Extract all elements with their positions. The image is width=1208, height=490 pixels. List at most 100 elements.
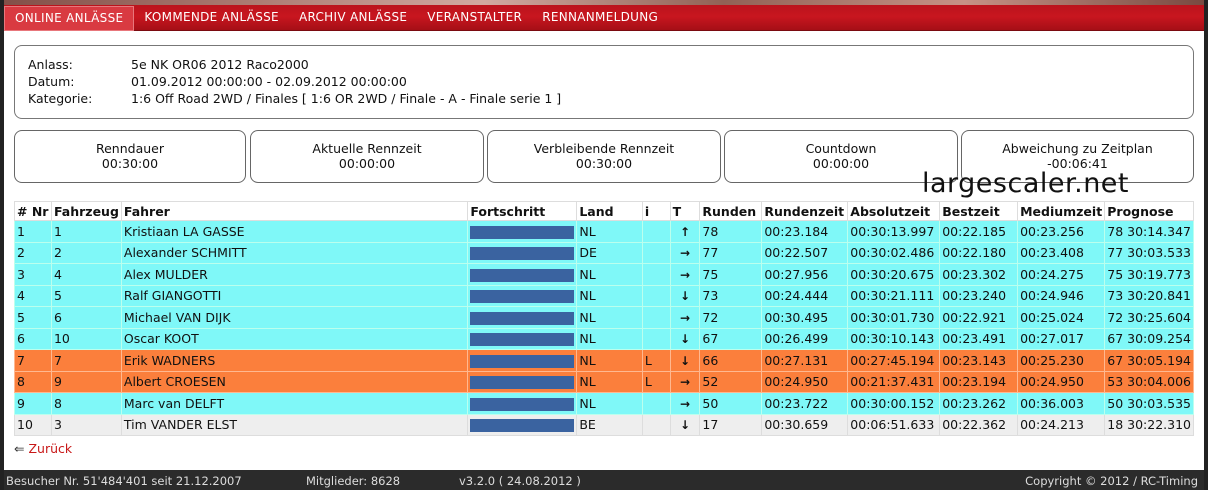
cell-rundenzeit: 00:26.499: [761, 327, 849, 350]
nav-archiv-anlaesse[interactable]: ARCHIV ANLÄSSE: [289, 6, 417, 31]
table-row[interactable]: 9 8 Marc van DELFT NL → 50 00:23.722 00:30:00.1…: [14, 392, 1194, 415]
progress-bar: [470, 247, 575, 261]
col-fahrer[interactable]: Fahrer: [120, 201, 469, 221]
cell-fortschritt: [467, 413, 578, 436]
cell-nr: 7: [14, 349, 52, 372]
table-row[interactable]: 7 7 Erik WADNERS NL L ↓ 66 00:27.131 00:27:45.19…: [14, 349, 1194, 372]
event-date-row: Datum: 01.09.2012 00:00:00 - 02.09.2012 0…: [28, 74, 407, 90]
arrow-left-icon: ⇐: [14, 441, 25, 456]
cell-prognose: 50 30:03.535: [1104, 392, 1194, 415]
stat-renndauer: Renndauer 00:30:00: [14, 130, 246, 183]
col-land[interactable]: Land: [576, 201, 643, 221]
cell-absolutzeit: 00:30:02.486: [847, 241, 941, 264]
nav-kommende-anlaesse[interactable]: KOMMENDE ANLÄSSE: [134, 6, 289, 31]
header-banner-image: [4, 0, 1204, 5]
cell-land: NL: [576, 392, 643, 415]
top-navigation-bar: ONLINE ANLÄSSE KOMMENDE ANLÄSSE ARCHIV A…: [4, 0, 1204, 31]
cell-t: ↓: [669, 349, 701, 372]
cell-nr: 8: [14, 370, 52, 393]
col-t[interactable]: T: [669, 201, 701, 221]
col-absolutzeit[interactable]: Absolutzeit: [847, 201, 941, 221]
window-frame-right: [1204, 0, 1208, 490]
window-frame-left: [0, 0, 4, 490]
col-fortschritt[interactable]: Fortschritt: [467, 201, 578, 221]
cell-absolutzeit: 00:30:20.675: [847, 263, 941, 286]
event-date-value: 01.09.2012 00:00:00 - 02.09.2012 00:00:0…: [131, 74, 407, 89]
cell-prognose: 77 30:03.533: [1104, 241, 1194, 264]
cell-prognose: 78 30:14.347: [1104, 220, 1194, 243]
cell-nr: 6: [14, 327, 52, 350]
cell-absolutzeit: 00:27:45.194: [847, 349, 941, 372]
cell-mediumzeit: 00:24.275: [1017, 263, 1106, 286]
cell-fahrer: Michael VAN DIJK: [120, 306, 469, 329]
table-row[interactable]: 6 10 Oscar KOOT NL ↓ 67 00:26.499 00:30:10.143 0…: [14, 327, 1194, 350]
stat-value: 00:00:00: [338, 156, 396, 171]
event-name-value: 5e NK OR06 2012 Raco2000: [131, 57, 309, 72]
cell-nr: 5: [14, 306, 52, 329]
back-link-label[interactable]: Zurück: [28, 441, 72, 456]
cell-fortschritt: [467, 370, 578, 393]
table-row[interactable]: 5 6 Michael VAN DIJK NL → 72 00:30.495 00:30:01…: [14, 306, 1194, 329]
cell-fahrzeug: 8: [50, 392, 122, 415]
progress-bar: [470, 333, 575, 347]
cell-runden: 66: [699, 349, 763, 372]
col-mediumzeit[interactable]: Mediumzeit: [1017, 201, 1106, 221]
results-table: # Nr Fahrzeug Fahrer Fortschritt Land i …: [14, 201, 1194, 436]
cell-i: [641, 327, 671, 350]
arrow-right-icon: →: [679, 375, 691, 390]
col-i[interactable]: i: [641, 201, 671, 221]
cell-nr: 3: [14, 263, 52, 286]
stat-title: Countdown: [805, 141, 877, 156]
col-runden[interactable]: Runden: [699, 201, 763, 221]
cell-prognose: 73 30:20.841: [1104, 284, 1194, 307]
cell-prognose: 53 30:04.006: [1104, 370, 1194, 393]
cell-absolutzeit: 00:30:10.143: [847, 327, 941, 350]
cell-rundenzeit: 00:22.507: [761, 241, 849, 264]
nav-veranstalter[interactable]: VERANSTALTER: [417, 6, 532, 31]
cell-bestzeit: 00:23.491: [939, 327, 1019, 350]
cell-absolutzeit: 00:30:13.997: [847, 220, 941, 243]
table-row[interactable]: 10 3 Tim VANDER ELST BE ↓ 17 00:30.659 00:06:51…: [14, 413, 1194, 436]
cell-runden: 50: [699, 392, 763, 415]
cell-rundenzeit: 00:27.956: [761, 263, 849, 286]
stat-title: Abweichung zu Zeitplan: [1002, 141, 1153, 156]
cell-i: [641, 413, 671, 436]
cell-land: NL: [576, 327, 643, 350]
back-link[interactable]: ⇐ Zurück: [14, 441, 72, 456]
table-row[interactable]: 1 1 Kristiaan LA GASSE NL ↑ 78 00:23.184 00:30:…: [14, 220, 1194, 243]
results-table-body: 1 1 Kristiaan LA GASSE NL ↑ 78 00:23.184 00:30:…: [14, 220, 1194, 436]
nav-online-anlaesse[interactable]: ONLINE ANLÄSSE: [4, 6, 135, 31]
cell-bestzeit: 00:23.262: [939, 392, 1019, 415]
cell-absolutzeit: 00:06:51.633: [847, 413, 941, 436]
col-bestzeit[interactable]: Bestzeit: [939, 201, 1019, 221]
nav-rennanmeldung[interactable]: RENNANMELDUNG: [532, 6, 668, 31]
stat-title: Aktuelle Rennzeit: [312, 141, 422, 156]
col-fahrzeug[interactable]: Fahrzeug: [50, 201, 122, 221]
table-row[interactable]: 3 4 Alex MULDER NL → 75 00:27.956 00:30:20.675 0…: [14, 263, 1194, 286]
cell-runden: 52: [699, 370, 763, 393]
cell-bestzeit: 00:23.194: [939, 370, 1019, 393]
event-info-box: Anlass: 5e NK OR06 2012 Raco2000 Datum: 01…: [14, 45, 1194, 119]
cell-bestzeit: 00:22.921: [939, 306, 1019, 329]
cell-fortschritt: [467, 306, 578, 329]
cell-land: NL: [576, 263, 643, 286]
cell-fahrer: Oscar KOOT: [120, 327, 469, 350]
cell-bestzeit: 00:23.143: [939, 349, 1019, 372]
col-rundenzeit[interactable]: Rundenzeit: [761, 201, 849, 221]
cell-rundenzeit: 00:24.950: [761, 370, 849, 393]
col-nr[interactable]: # Nr: [14, 201, 52, 221]
cell-land: NL: [576, 284, 643, 307]
cell-fahrzeug: 10: [50, 327, 122, 350]
cell-i: L: [641, 349, 671, 372]
table-row[interactable]: 4 5 Ralf GIANGOTTI NL ↓ 73 00:24.444 00:30:21.1…: [14, 284, 1194, 307]
cell-mediumzeit: 00:24.213: [1017, 413, 1106, 436]
cell-prognose: 67 30:09.254: [1104, 327, 1194, 350]
table-row[interactable]: 2 2 Alexander SCHMITT DE → 77 00:22.507 00:30:0…: [14, 241, 1194, 264]
cell-nr: 10: [14, 413, 52, 436]
table-row[interactable]: 8 9 Albert CROESEN NL L → 52 00:24.950 00:21:37.…: [14, 370, 1194, 393]
col-prognose[interactable]: Prognose: [1104, 201, 1194, 221]
progress-bar: [470, 419, 575, 433]
cell-prognose: 72 30:25.604: [1104, 306, 1194, 329]
cell-land: NL: [576, 349, 643, 372]
cell-i: [641, 284, 671, 307]
